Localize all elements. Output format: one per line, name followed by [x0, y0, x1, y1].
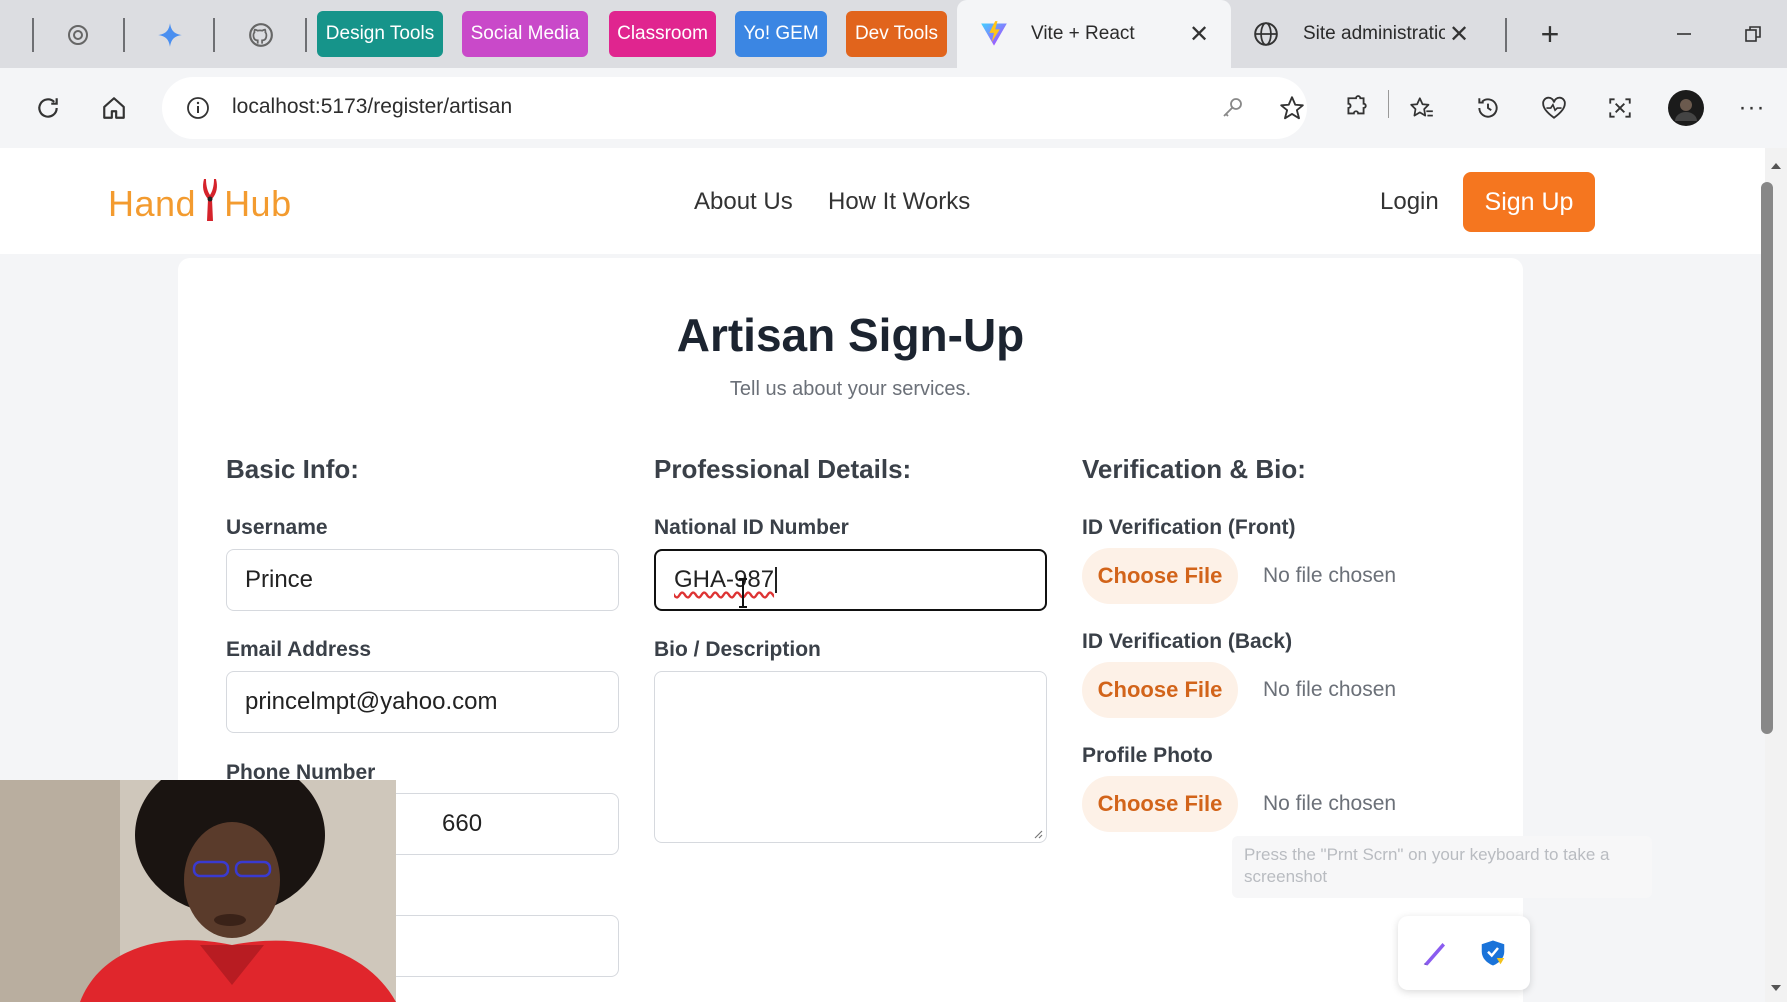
tab-vite-react[interactable]: Vite + React ✕	[957, 0, 1231, 68]
tab-separator	[213, 18, 215, 52]
url-text[interactable]: localhost:5173/register/artisan	[232, 95, 512, 119]
national-id-input[interactable]: GHA-987	[654, 549, 1047, 611]
globe-icon	[1251, 19, 1281, 49]
history-icon[interactable]	[1468, 88, 1508, 128]
id-front-file-status: No file chosen	[1263, 564, 1397, 587]
id-back-choose-file-button[interactable]: Choose File	[1082, 662, 1238, 718]
github-pinned-tab-icon[interactable]	[244, 18, 278, 52]
screenshot-hint-tooltip: Press the "Prnt Scrn" on your keyboard t…	[1232, 836, 1652, 898]
extensions-icon[interactable]	[1336, 88, 1376, 128]
more-options-icon[interactable]: ···	[1732, 88, 1772, 128]
close-tab-icon[interactable]: ✕	[1445, 20, 1473, 48]
tab-title: Site administratio	[1303, 23, 1445, 44]
id-front-label: ID Verification (Front)	[1082, 516, 1296, 539]
site-navbar: Hand Hub About Us How It Works Login Sig…	[0, 148, 1765, 254]
tab-group-yo-gem[interactable]: Yo! GEM	[735, 11, 827, 57]
toolbar-separator	[1388, 90, 1389, 118]
new-tab-icon[interactable]: +	[1530, 14, 1570, 54]
site-info-icon[interactable]	[178, 88, 218, 128]
logo-text-hub: Hub	[224, 183, 292, 224]
text-caret	[775, 567, 778, 593]
tab-site-administration[interactable]: Site administratio ✕	[1231, 0, 1491, 68]
email-label: Email Address	[226, 638, 372, 661]
favorites-icon[interactable]	[1402, 88, 1442, 128]
scroll-up-arrow-icon[interactable]	[1765, 156, 1787, 176]
minimize-window-icon[interactable]	[1664, 14, 1704, 54]
favorite-star-icon[interactable]	[1272, 88, 1312, 128]
tab-separator	[123, 18, 125, 52]
tab-separator	[305, 18, 307, 52]
security-shield-icon[interactable]	[1464, 924, 1522, 982]
id-back-file-status: No file chosen	[1263, 678, 1397, 701]
scroll-down-arrow-icon[interactable]	[1765, 978, 1787, 998]
profile-photo-label: Profile Photo	[1082, 744, 1213, 767]
id-back-label: ID Verification (Back)	[1082, 630, 1293, 653]
webcam-overlay	[0, 780, 396, 1002]
site-logo[interactable]: Hand Hub	[108, 176, 292, 232]
browser-essentials-icon[interactable]	[1534, 88, 1574, 128]
home-icon[interactable]	[94, 88, 134, 128]
nav-how-it-works[interactable]: How It Works	[828, 188, 970, 216]
restore-window-icon[interactable]	[1733, 14, 1773, 54]
text-cursor-icon	[736, 577, 750, 616]
page-title: Artisan Sign-Up	[676, 309, 1025, 361]
pen-icon[interactable]	[1406, 924, 1464, 982]
tab-title: Vite + React	[1031, 23, 1135, 44]
tab-group-design-tools[interactable]: Design Tools	[317, 11, 443, 57]
vite-icon	[979, 19, 1009, 49]
reload-icon[interactable]	[28, 88, 68, 128]
username-label: Username	[226, 516, 328, 539]
national-id-value: GHA-987	[674, 566, 775, 593]
chatgpt-pinned-tab-icon[interactable]	[61, 18, 95, 52]
basic-info-heading: Basic Info:	[226, 454, 359, 484]
webcam-video-image	[0, 780, 396, 1002]
floating-extension-toolbar	[1398, 916, 1530, 990]
resize-grip-icon[interactable]	[1031, 827, 1043, 839]
screenshot-icon[interactable]	[1600, 88, 1640, 128]
password-key-icon[interactable]	[1212, 88, 1252, 128]
professional-details-heading: Professional Details:	[654, 454, 912, 484]
logo-text-hand: Hand	[108, 183, 197, 224]
tab-group-dev-tools[interactable]: Dev Tools	[846, 11, 947, 57]
email-input[interactable]: princelmpt@yahoo.com	[226, 671, 619, 733]
tab-separator	[32, 18, 34, 52]
browser-toolbar: localhost:5173/register/artisan ···	[0, 68, 1787, 148]
national-id-label: National ID Number	[654, 516, 849, 539]
close-tab-icon[interactable]: ✕	[1185, 20, 1213, 48]
bio-label: Bio / Description	[654, 638, 821, 661]
sign-up-button[interactable]: Sign Up	[1463, 172, 1595, 232]
verification-heading: Verification & Bio:	[1082, 454, 1306, 484]
tab-bar: Design Tools Social Media Classroom Yo! …	[0, 0, 1787, 68]
page-subtitle: Tell us about your services.	[729, 378, 972, 400]
tab-separator	[1505, 18, 1507, 52]
address-bar[interactable]: localhost:5173/register/artisan	[162, 77, 1307, 139]
profile-avatar[interactable]	[1666, 88, 1706, 128]
scrollbar-thumb[interactable]	[1761, 182, 1773, 734]
phone-value: 660	[442, 810, 483, 837]
id-front-choose-file-button[interactable]: Choose File	[1082, 548, 1238, 604]
bio-textarea[interactable]	[654, 671, 1047, 843]
pliers-icon	[198, 177, 222, 232]
login-link[interactable]: Login	[1380, 188, 1439, 216]
profile-photo-choose-file-button[interactable]: Choose File	[1082, 776, 1238, 832]
profile-photo-file-status: No file chosen	[1263, 792, 1397, 815]
username-input[interactable]: Prince	[226, 549, 619, 611]
tab-group-social-media[interactable]: Social Media	[462, 11, 588, 57]
tab-group-classroom[interactable]: Classroom	[609, 11, 716, 57]
gemini-pinned-tab-icon[interactable]	[153, 18, 187, 52]
nav-about-us[interactable]: About Us	[694, 188, 793, 216]
